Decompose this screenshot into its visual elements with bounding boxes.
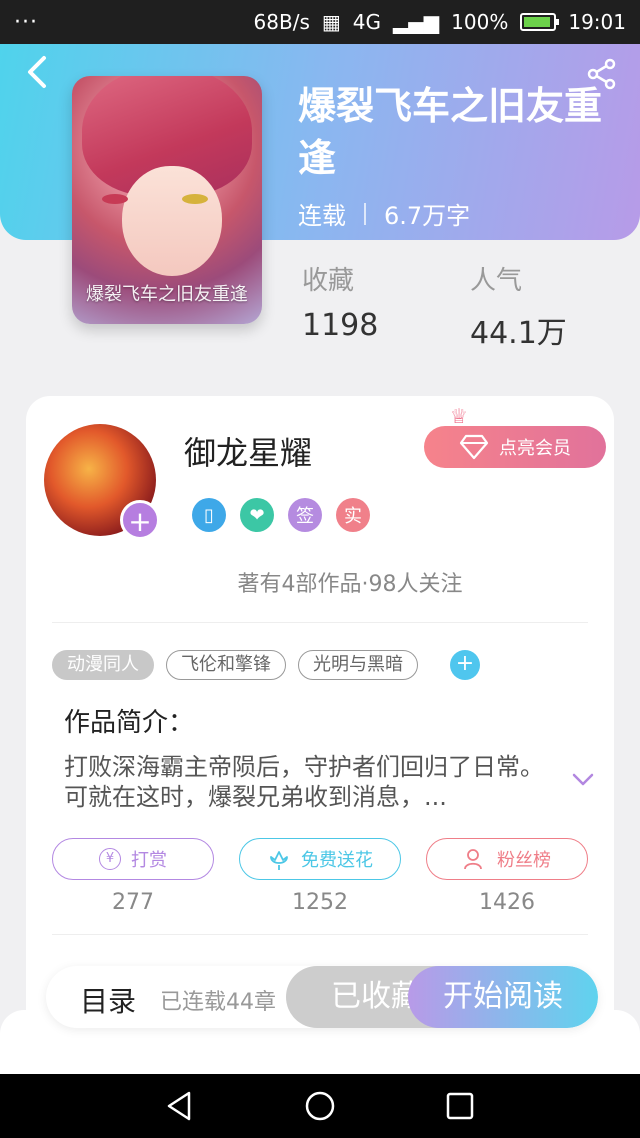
- divider: [52, 934, 588, 935]
- network-speed: 68B/s: [253, 10, 310, 34]
- start-reading-button[interactable]: 开始阅读: [408, 966, 598, 1028]
- cover-caption: 爆裂飞车之旧友重逢: [86, 284, 248, 305]
- reward-count: 277: [112, 890, 154, 915]
- word-count: 6.7万字: [384, 202, 471, 230]
- book-cover[interactable]: 爆裂飞车之旧友重逢: [72, 76, 262, 324]
- fans-rank-label: 粉丝榜: [497, 850, 551, 871]
- diamond-icon: [459, 434, 489, 460]
- notification-dots: ···: [14, 9, 38, 35]
- author-badges: ▯ ❤ 签 实: [192, 498, 370, 532]
- send-flower-label: 免费送花: [301, 850, 373, 871]
- add-tag-button[interactable]: +: [450, 650, 480, 680]
- crown-icon: ♕: [450, 404, 468, 428]
- tag-item[interactable]: 飞伦和擎锋: [166, 650, 286, 680]
- serial-status: 连载: [298, 202, 346, 230]
- divider: [52, 622, 588, 623]
- yen-icon: ¥: [99, 848, 121, 870]
- sign-icon: 签: [288, 498, 322, 532]
- vip-button[interactable]: 点亮会员: [424, 426, 606, 468]
- phone-icon: ▯: [192, 498, 226, 532]
- battery-icon: [520, 13, 560, 31]
- intro-text[interactable]: 打败深海霸主帝陨后，守护者们回归了日常。可就在这时，爆裂兄弟收到消息，...: [64, 752, 554, 814]
- flower-count: 1252: [292, 890, 348, 915]
- status-bar: ··· 68B/s ▦ 4G ▂▄▆ 100% 19:01: [0, 0, 640, 44]
- battery-percent: 100%: [451, 10, 509, 34]
- clock: 19:01: [568, 10, 626, 34]
- popularity-label: 人气: [470, 266, 523, 296]
- signal-icon: ▂▄▆: [393, 10, 440, 34]
- send-flower-button[interactable]: 免费送花: [239, 838, 401, 880]
- fans-rank-button[interactable]: 粉丝榜: [426, 838, 588, 880]
- back-button[interactable]: [22, 52, 58, 92]
- author-avatar[interactable]: +: [44, 424, 160, 540]
- vip-label: 点亮会员: [499, 438, 571, 459]
- chevron-left-icon: [28, 56, 46, 88]
- intro-heading: 作品简介：: [64, 708, 195, 738]
- nav-back-icon[interactable]: [163, 1089, 197, 1123]
- author-works-info: 著有4部作品·98人关注: [237, 572, 463, 597]
- tag-item[interactable]: 动漫同人: [52, 650, 154, 680]
- nav-recents-icon[interactable]: [443, 1089, 477, 1123]
- reward-button[interactable]: ¥ 打赏: [52, 838, 214, 880]
- expand-intro-button[interactable]: [570, 766, 596, 792]
- system-nav-bar: [0, 1074, 640, 1138]
- vibrate-icon: ▦: [321, 10, 341, 34]
- toc-button[interactable]: 目录: [80, 980, 136, 1020]
- book-title: 爆裂飞车之旧友重逢: [298, 84, 603, 180]
- book-meta: 连载 6.7万字: [298, 196, 470, 231]
- favorites-label: 收藏: [302, 266, 355, 296]
- flower-icon: [270, 851, 288, 870]
- follow-author-button[interactable]: +: [120, 500, 160, 540]
- tag-list: 动漫同人 飞伦和擎锋 光明与黑暗 +: [52, 650, 480, 680]
- popularity-value: 44.1万: [470, 316, 567, 351]
- chapter-count[interactable]: 已连载44章: [160, 984, 276, 1016]
- reward-label: 打赏: [131, 850, 167, 871]
- nav-home-icon[interactable]: [303, 1089, 337, 1123]
- tag-item[interactable]: 光明与黑暗: [298, 650, 418, 680]
- handshake-icon: ❤: [240, 498, 274, 532]
- favorites-value: 1198: [302, 308, 379, 343]
- fans-icon: [464, 849, 482, 870]
- fans-count: 1426: [479, 890, 535, 915]
- bottom-action-bar: 目录 已连载44章 已收藏 开始阅读: [46, 966, 598, 1028]
- network-type: 4G: [352, 10, 382, 34]
- verified-icon: 实: [336, 498, 370, 532]
- meta-divider: [364, 202, 366, 225]
- author-name[interactable]: 御龙星耀: [184, 428, 312, 474]
- chevron-down-icon: [572, 773, 594, 786]
